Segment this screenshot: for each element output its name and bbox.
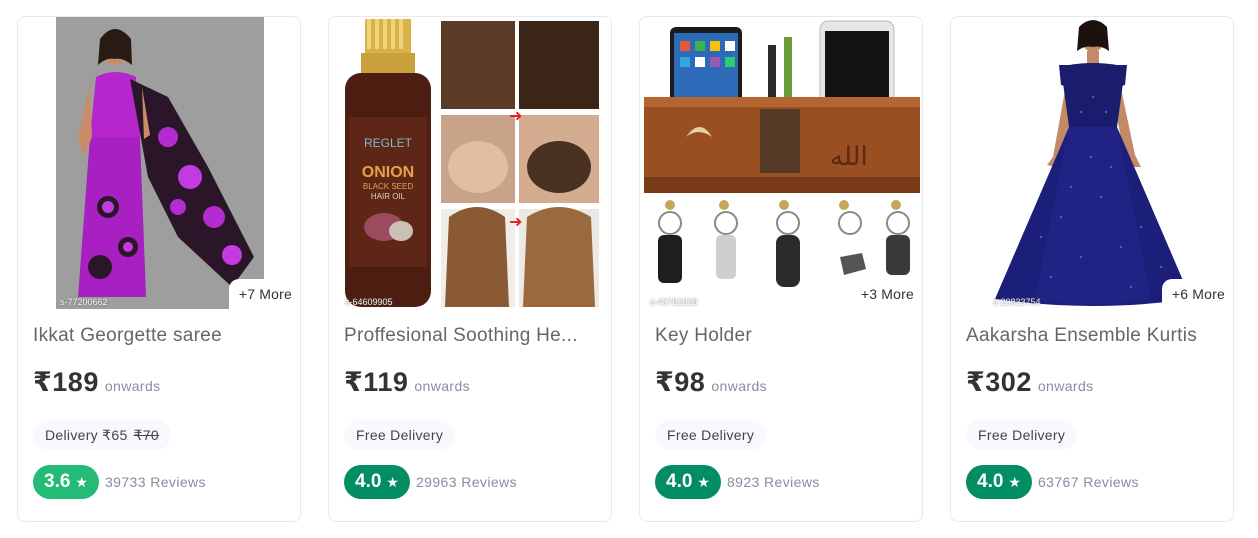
rating-value: 4.0 <box>355 471 382 492</box>
price-row: ₹302 onwards <box>966 367 1094 398</box>
onwards-label: onwards <box>104 378 161 394</box>
rating-row: 4.0 ★ 8923 Reviews <box>655 465 820 499</box>
price-row: ₹189 onwards <box>33 367 161 398</box>
product-grid: s-77200662 +7 More Ikkat Georgette saree… <box>0 0 1258 538</box>
delivery-text: Free Delivery <box>978 427 1066 443</box>
product-image[interactable]: s-20833754 +6 More <box>951 17 1233 309</box>
review-count: 8923 Reviews <box>727 474 820 490</box>
more-variants-badge[interactable]: +3 More <box>850 279 922 309</box>
delivery-badge: Free Delivery <box>344 420 456 450</box>
onwards-label: onwards <box>414 378 471 394</box>
bottle-name-text: ONION <box>362 164 414 181</box>
delivery-text: Delivery ₹65 <box>45 427 128 443</box>
more-variants-badge[interactable]: +6 More <box>1161 279 1233 309</box>
rating-badge: 4.0 ★ <box>344 465 410 499</box>
star-icon: ★ <box>386 473 399 490</box>
rating-row: 3.6 ★ 39733 Reviews <box>33 465 206 499</box>
rating-badge: 4.0 ★ <box>655 465 721 499</box>
star-icon: ★ <box>697 473 710 490</box>
product-image[interactable]: الله s-43782628 +3 More <box>640 17 922 309</box>
rating-badge: 4.0 ★ <box>966 465 1032 499</box>
rating-value: 4.0 <box>977 471 1004 492</box>
product-card[interactable]: الله s-43782628 +3 More Key Holder ₹98 o… <box>639 16 923 522</box>
product-price: ₹119 <box>344 367 409 397</box>
product-card[interactable]: s-20833754 +6 More Aakarsha Ensemble Kur… <box>950 16 1234 522</box>
star-icon: ★ <box>75 473 88 490</box>
delivery-original-price: ₹70 <box>133 427 159 443</box>
rating-value: 4.0 <box>666 471 693 492</box>
rating-value: 3.6 <box>44 471 71 492</box>
review-count: 39733 Reviews <box>105 474 206 490</box>
product-price: ₹189 <box>33 367 99 397</box>
svg-text:➜: ➜ <box>509 212 522 231</box>
product-card[interactable]: REGLET ONION BLACK SEED HAIR OIL ➜ ➜ s-6… <box>328 16 612 522</box>
product-image[interactable]: s-77200662 +7 More <box>18 17 300 309</box>
bottle-brand-text: REGLET <box>364 136 413 150</box>
svg-text:الله: الله <box>830 142 868 172</box>
gown-image <box>951 17 1233 309</box>
price-row: ₹119 onwards <box>344 367 470 398</box>
sku-watermark: s-64609905 <box>345 297 393 307</box>
saree-image <box>56 17 264 309</box>
product-title[interactable]: Proffesional Soothing He... <box>344 325 598 347</box>
product-title[interactable]: Ikkat Georgette saree <box>33 325 287 347</box>
rating-row: 4.0 ★ 63767 Reviews <box>966 465 1139 499</box>
hair-oil-image: REGLET ONION BLACK SEED HAIR OIL ➜ ➜ <box>329 17 611 309</box>
sku-watermark: s-77200662 <box>60 297 108 307</box>
product-title[interactable]: Key Holder <box>655 325 909 347</box>
sku-watermark: s-43782628 <box>650 297 698 307</box>
delivery-badge: Delivery ₹65 ₹70 <box>33 420 171 450</box>
product-image[interactable]: REGLET ONION BLACK SEED HAIR OIL ➜ ➜ s-6… <box>329 17 611 309</box>
rating-row: 4.0 ★ 29963 Reviews <box>344 465 517 499</box>
bottle-subname-text: BLACK SEED <box>363 182 413 191</box>
onwards-label: onwards <box>711 378 768 394</box>
product-price: ₹98 <box>655 367 706 397</box>
svg-text:➜: ➜ <box>509 106 522 125</box>
delivery-text: Free Delivery <box>356 427 444 443</box>
onwards-label: onwards <box>1037 378 1094 394</box>
bottle-type-text: HAIR OIL <box>371 192 406 201</box>
delivery-badge: Free Delivery <box>655 420 767 450</box>
product-title[interactable]: Aakarsha Ensemble Kurtis <box>966 325 1220 347</box>
sku-watermark: s-20833754 <box>993 297 1041 307</box>
more-variants-badge[interactable]: +7 More <box>228 279 300 309</box>
star-icon: ★ <box>1008 473 1021 490</box>
product-price: ₹302 <box>966 367 1032 397</box>
price-row: ₹98 onwards <box>655 367 767 398</box>
product-card[interactable]: s-77200662 +7 More Ikkat Georgette saree… <box>17 16 301 522</box>
key-holder-image: الله <box>640 17 922 309</box>
review-count: 63767 Reviews <box>1038 474 1139 490</box>
review-count: 29963 Reviews <box>416 474 517 490</box>
delivery-badge: Free Delivery <box>966 420 1078 450</box>
delivery-text: Free Delivery <box>667 427 755 443</box>
rating-badge: 3.6 ★ <box>33 465 99 499</box>
